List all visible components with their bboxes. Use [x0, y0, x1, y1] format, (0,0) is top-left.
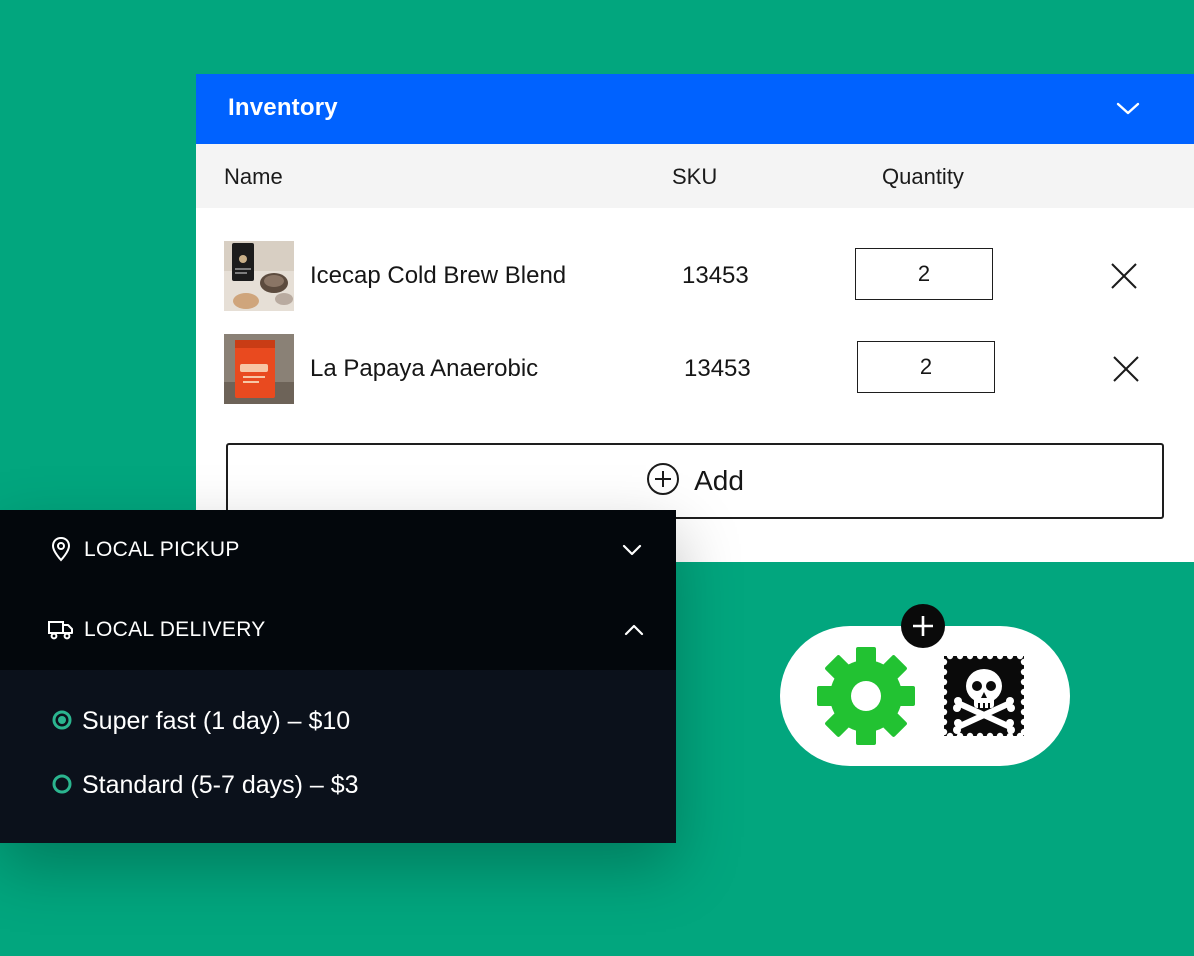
delivery-option-label: Standard (5-7 days) – $3	[82, 771, 359, 799]
quantity-input[interactable]	[855, 248, 993, 300]
product-name: Icecap Cold Brew Blend	[310, 262, 567, 289]
shipping-method-local-pickup[interactable]: LOCAL PICKUP	[0, 510, 676, 590]
close-icon[interactable]	[1109, 261, 1139, 291]
quantity-input[interactable]	[857, 341, 995, 393]
table-row: La Papaya Anaerobic 13453	[196, 334, 1194, 404]
delivery-option-label: Super fast (1 day) – $10	[82, 707, 351, 735]
inventory-title: Inventory	[228, 94, 338, 121]
table-row: Icecap Cold Brew Blend 13453	[196, 241, 1194, 311]
plus-circle-icon	[646, 462, 680, 501]
shipping-panel: LOCAL PICKUP LOCAL DELIVERY Super fast (…	[0, 510, 676, 843]
column-header-name: Name	[224, 164, 283, 189]
product-name: La Papaya Anaerobic	[310, 355, 539, 382]
column-header-sku: SKU	[672, 164, 718, 189]
location-pin-icon	[48, 536, 74, 562]
shipping-method-label: LOCAL DELIVERY	[84, 618, 266, 641]
product-sku: 13453	[682, 262, 749, 289]
chevron-down-icon[interactable]	[1114, 96, 1142, 120]
radio-selected[interactable]	[52, 710, 72, 730]
plus-icon	[901, 604, 945, 648]
chevron-up-icon	[622, 618, 646, 642]
gear-icon[interactable]	[816, 646, 916, 746]
product-thumbnail	[224, 334, 294, 404]
product-sku: 13453	[684, 355, 751, 382]
product-thumbnail	[224, 241, 294, 311]
radio-unselected[interactable]	[52, 774, 72, 794]
add-integration-button[interactable]	[901, 604, 945, 648]
column-header-quantity: Quantity	[882, 164, 964, 189]
add-button-label: Add	[694, 465, 744, 496]
close-icon[interactable]	[1111, 354, 1141, 384]
add-item-button[interactable]: Add	[226, 443, 1164, 519]
shipping-method-local-delivery[interactable]: LOCAL DELIVERY	[0, 590, 676, 670]
chevron-down-icon	[620, 538, 644, 562]
shipping-method-label: LOCAL PICKUP	[84, 538, 240, 561]
skull-crossbones-stamp-icon[interactable]	[940, 652, 1028, 740]
truck-icon	[48, 616, 74, 642]
column-headers: Name SKU Quantity	[196, 144, 1194, 208]
inventory-header: Inventory	[196, 74, 1194, 144]
inventory-panel: Inventory Name SKU Quantity Icecap Cold …	[196, 74, 1194, 562]
